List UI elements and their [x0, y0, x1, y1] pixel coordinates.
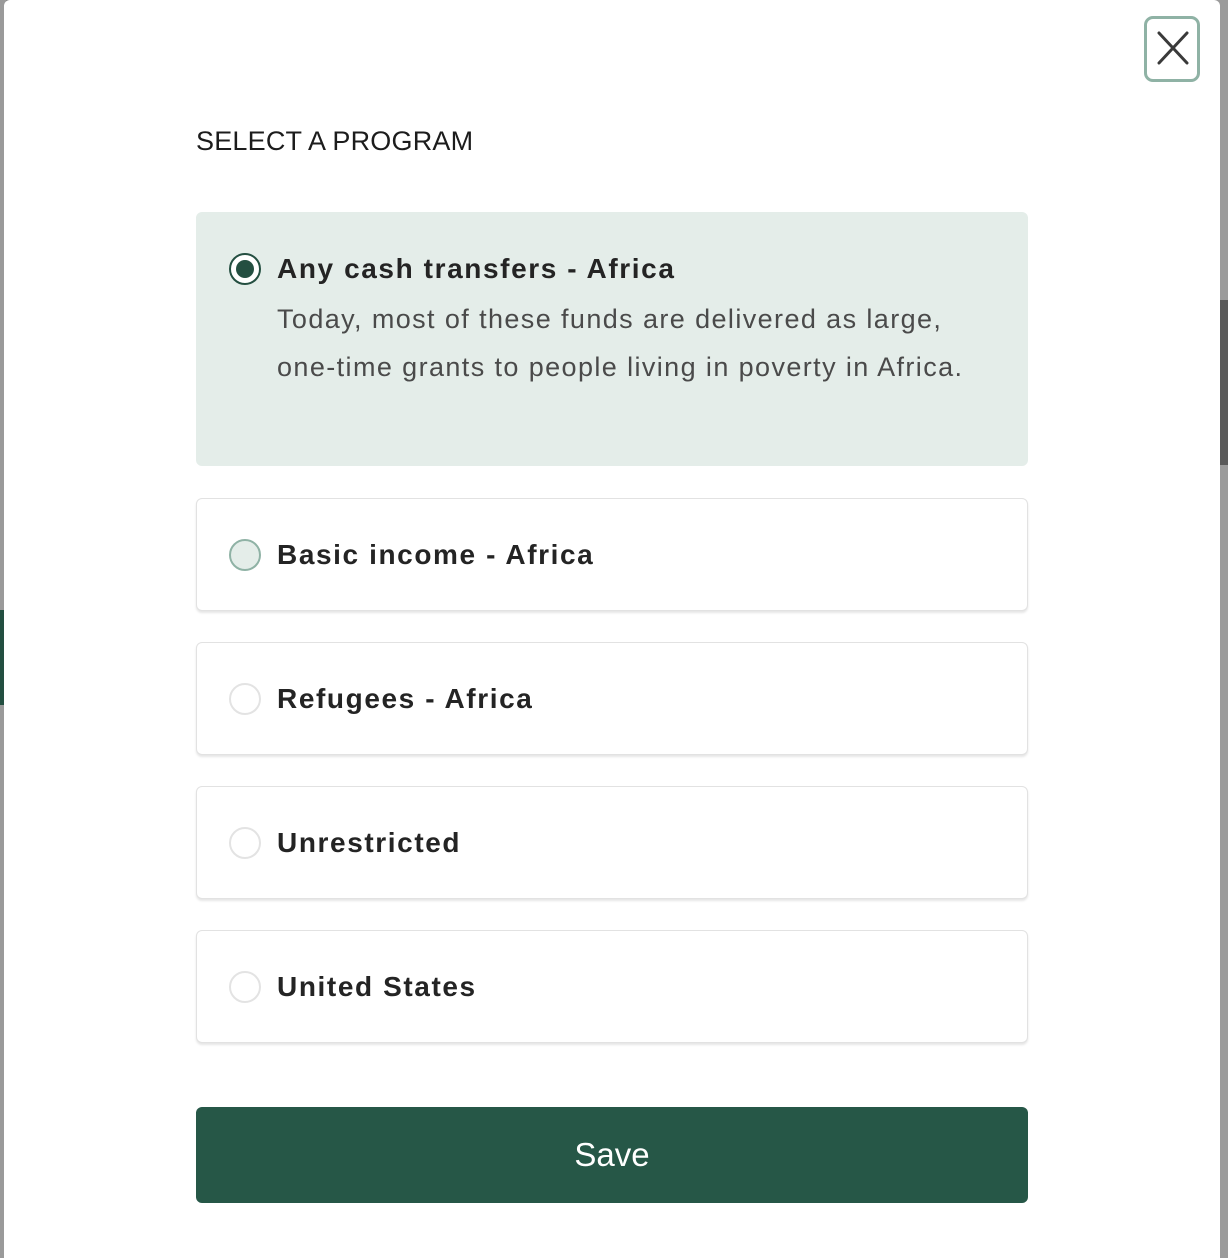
program-option-united-states[interactable]: United States [196, 930, 1028, 1043]
radio-button[interactable] [229, 827, 261, 859]
program-option-refugees[interactable]: Refugees - Africa [196, 642, 1028, 755]
save-button[interactable]: Save [196, 1107, 1028, 1203]
close-button[interactable] [1144, 16, 1200, 82]
close-icon [1157, 31, 1189, 65]
backdrop-right-dark [1220, 300, 1228, 465]
radio-button[interactable] [229, 539, 261, 571]
program-option-label: United States [277, 971, 477, 1002]
program-option-label: Unrestricted [277, 827, 462, 858]
radio-button[interactable] [229, 683, 261, 715]
program-option-label: Basic income - Africa [277, 539, 595, 570]
program-option-unrestricted[interactable]: Unrestricted [196, 786, 1028, 899]
program-option-label: Any cash transfers - Africa [277, 253, 676, 284]
program-option-any-cash-transfers[interactable]: Any cash transfers - Africa Today, most … [196, 212, 1028, 466]
radio-button-checked[interactable] [229, 253, 261, 285]
radio-button[interactable] [229, 971, 261, 1003]
dialog-title: SELECT A PROGRAM [196, 126, 474, 156]
program-option-basic-income[interactable]: Basic income - Africa [196, 498, 1028, 611]
program-select-dialog: SELECT A PROGRAM Any cash transfers - Af… [4, 0, 1220, 1258]
program-option-label: Refugees - Africa [277, 683, 534, 714]
program-option-description: Today, most of these funds are delivered… [277, 304, 964, 382]
